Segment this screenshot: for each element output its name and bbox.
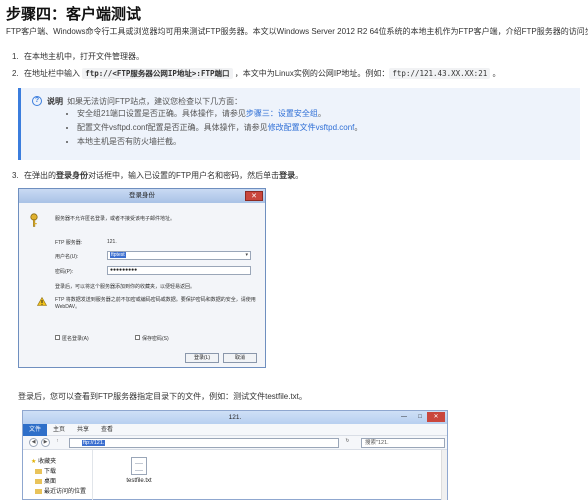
chevron-down-icon[interactable]: ▾ (245, 252, 248, 259)
tab-view[interactable]: 查看 (95, 424, 119, 436)
page-title: 步骤四：客户端测试 (6, 6, 142, 23)
nav-item-label: 最近访问的位置 (44, 489, 87, 495)
note-list: 安全组21端口设置是否正确。具体操作，请参见步骤三：设置安全组。 配置文件vsf… (77, 109, 362, 151)
dialog-titlebar: 登录身份 ✕ (19, 189, 265, 203)
text-file-icon (131, 457, 147, 475)
ftp-server-label: FTP 服务器: (55, 240, 83, 246)
tab-home[interactable]: 主页 (47, 424, 71, 436)
username-value: ftptest (110, 252, 126, 258)
step-3-pre: 在弹出的 (24, 171, 56, 180)
step-2-code-example: ftp://121.43.XX.XX:21 (389, 68, 491, 79)
up-arrow-icon[interactable]: ↑ (53, 438, 62, 447)
search-placeholder: 搜索"121. (365, 440, 389, 446)
dialog-body: 服务器不允许匿名登录，或者不接受该电子邮件地址。 FTP 服务器: 121. 用… (19, 203, 265, 367)
key-icon (30, 213, 38, 227)
password-field[interactable]: ●●●●●●●●● (107, 266, 251, 275)
file-item[interactable]: testfile.txt (119, 457, 159, 484)
step-3: 3. 在弹出的登录身份对话框中，输入已设置的FTP用户名和密码，然后单击登录。 (12, 170, 303, 181)
refresh-icon[interactable]: ↻ (343, 438, 352, 447)
password-value: ●●●●●●●●● (110, 267, 138, 273)
password-label: 密码(P): (55, 269, 74, 275)
folder-icon (35, 488, 42, 494)
note-heading: 如果无法访问FTP站点，建议您检查以下几方面： (67, 97, 243, 106)
nav-item-label: 收藏夹 (38, 459, 57, 465)
step-3-post: 。 (295, 171, 304, 180)
dialog-message: 服务器不允许匿名登录，或者不接受该电子邮件地址。 (55, 216, 176, 222)
note-item-end: 。 (354, 123, 363, 132)
nav-item-label: 下载 (44, 469, 57, 475)
dialog-title: 登录身份 (129, 192, 155, 199)
step-2-number: 2. (12, 69, 19, 78)
vertical-scrollbar[interactable] (441, 450, 447, 500)
step-1-number: 1. (12, 52, 19, 61)
folder-icon (35, 478, 42, 484)
star-icon: ★ (31, 459, 37, 465)
window-close-button[interactable]: ✕ (427, 412, 445, 422)
step-1-text: 在本地主机中，打开文件管理器。 (24, 52, 144, 61)
security-group-link[interactable]: 步骤三：设置安全组 (246, 109, 318, 118)
nav-item-label: 桌面 (44, 479, 57, 485)
forward-arrow-icon[interactable]: ▶ (41, 438, 50, 447)
folder-icon (35, 468, 42, 474)
ftp-server-value: 121. (107, 239, 117, 245)
note-item: 安全组21端口设置是否正确。具体操作，请参见步骤三：设置安全组。 (77, 109, 362, 118)
step-3-mid: 对话框中，输入已设置的FTP用户名和密码，然后单击 (88, 171, 280, 180)
note-box: ? 说明 如果无法访问FTP站点，建议您检查以下几方面： 安全组21端口设置是否… (18, 88, 580, 160)
file-explorer-window: 121. — □ ✕ 文件 主页 共享 查看 ◀ ▶ ↑ ftp://121. ↻ 搜… (22, 410, 448, 500)
tab-share[interactable]: 共享 (71, 424, 95, 436)
nav-item-favorites[interactable]: ★ 收藏夹 (31, 456, 56, 465)
after-login-text: 登录后，您可以查看到FTP服务器指定目录下的文件，例如：测试文件testfile… (18, 392, 307, 401)
step-2: 2. 在地址栏中输入 ftp://<FTP服务器公网IP地址>:FTP端口 ，本文… (12, 68, 500, 79)
anonymous-login-checkbox[interactable] (55, 335, 60, 340)
search-input[interactable]: 搜索"121. (361, 438, 445, 448)
ribbon-tabs: 文件 主页 共享 查看 (23, 424, 447, 436)
vsftpd-config-link[interactable]: 修改配置文件vsftpd.conf (268, 123, 355, 132)
nav-item-downloads[interactable]: 下载 (35, 466, 56, 475)
question-icon: ? (32, 96, 42, 106)
dialog-close-button[interactable]: ✕ (245, 191, 263, 201)
step-2-code-template: ftp://<FTP服务器公网IP地址>:FTP端口 (82, 68, 233, 79)
note-item: 配置文件vsftpd.conf配置是否正确。具体操作，请参见修改配置文件vsft… (77, 123, 362, 132)
maximize-button[interactable]: □ (413, 412, 427, 422)
navigation-pane: ★ 收藏夹 下载 桌面 最近访问的位置 (23, 450, 93, 500)
nav-item-recent[interactable]: 最近访问的位置 (35, 486, 86, 495)
explorer-title: 121. (228, 414, 242, 421)
minimize-button[interactable]: — (397, 412, 411, 422)
anonymous-login-label: 匿名登录(A) (62, 336, 89, 342)
explorer-titlebar: 121. — □ ✕ (23, 411, 447, 424)
note-item-end: 。 (317, 109, 326, 118)
warning-icon (37, 297, 47, 306)
step-3-number: 3. (12, 171, 19, 180)
login-button[interactable]: 登录(L) (185, 353, 219, 363)
save-password-checkbox[interactable] (135, 335, 140, 340)
address-value: ftp://121. (82, 440, 106, 446)
tab-file[interactable]: 文件 (23, 424, 48, 436)
login-dialog: 登录身份 ✕ 服务器不允许匿名登录，或者不接受该电子邮件地址。 FTP 服务器:… (18, 188, 266, 368)
file-name: testfile.txt (126, 478, 152, 484)
address-bar-row: ◀ ▶ ↑ ftp://121. ↻ 搜索"121. (23, 436, 447, 450)
note-item-text: 配置文件vsftpd.conf配置是否正确。具体操作，请参见 (77, 123, 268, 132)
username-label: 用户名(U): (55, 254, 79, 260)
note-label: 说明 (47, 97, 63, 106)
step-3-bold-2: 登录 (279, 171, 296, 180)
dialog-info-text: 登录后，可以将这个服务器添加到你的收藏夹，以便轻易返回。 (55, 284, 196, 290)
step-2-mid: ，本文中为Linux实例的公网IP地址。例如： (232, 69, 390, 78)
note-item-text: 安全组21端口设置是否正确。具体操作，请参见 (77, 109, 246, 118)
note-item-text: 本地主机是否有防火墙拦截。 (77, 137, 181, 146)
intro-text: FTP客户端、Windows命令行工具或浏览器均可用来测试FTP服务器。本文以W… (6, 27, 588, 36)
step-2-post: 。 (490, 69, 501, 78)
back-arrow-icon[interactable]: ◀ (29, 438, 38, 447)
cancel-button[interactable]: 取消 (223, 353, 257, 363)
address-input[interactable]: ftp://121. (69, 438, 339, 448)
step-1: 1. 在本地主机中，打开文件管理器。 (12, 51, 144, 62)
step-2-pre: 在地址栏中输入 (24, 69, 83, 78)
nav-item-desktop[interactable]: 桌面 (35, 476, 56, 485)
note-item: 本地主机是否有防火墙拦截。 (77, 137, 362, 146)
dialog-warning-text: FTP 将数据发送到服务器之前不加密或编码密码或数据。要保护密码和数据的安全，请… (55, 297, 256, 310)
username-field[interactable]: ftptest ▾ (107, 251, 251, 260)
step-3-bold-1: 登录身份 (56, 171, 88, 180)
save-password-label: 保存密码(S) (142, 336, 169, 342)
